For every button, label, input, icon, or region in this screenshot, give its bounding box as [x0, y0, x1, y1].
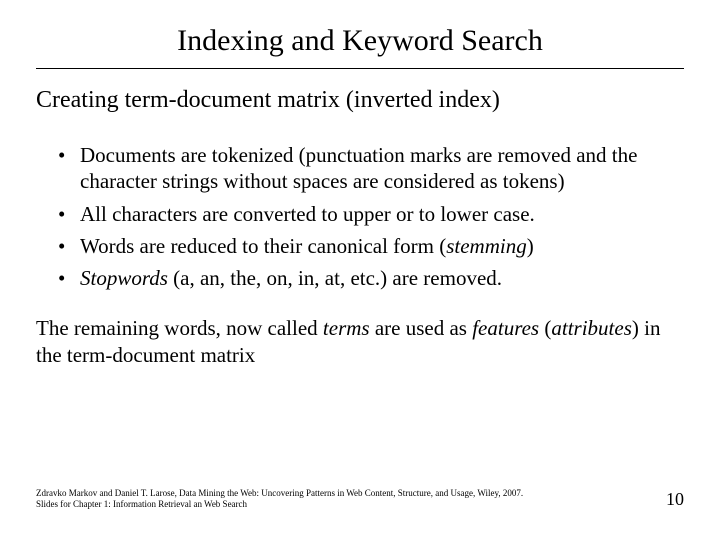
- bullet-3-pre: Words are reduced to their canonical for…: [80, 234, 446, 258]
- closing-features: features: [472, 316, 539, 340]
- slide: Indexing and Keyword Search Creating ter…: [0, 0, 720, 540]
- closing-terms: terms: [323, 316, 370, 340]
- bullet-item-3: Words are reduced to their canonical for…: [58, 233, 680, 259]
- bullet-4-rest: (a, an, the, on, in, at, etc.) are remov…: [168, 266, 502, 290]
- bullet-item-2: All characters are converted to upper or…: [58, 201, 680, 227]
- footer-credit: Zdravko Markov and Daniel T. Larose, Dat…: [36, 488, 523, 511]
- closing-attributes: attributes: [551, 316, 632, 340]
- bullet-3-post: ): [527, 234, 534, 258]
- footer: Zdravko Markov and Daniel T. Larose, Dat…: [36, 488, 684, 511]
- title-divider: [36, 68, 684, 69]
- slide-subtitle: Creating term-document matrix (inverted …: [36, 87, 684, 114]
- bullet-3-stemming: stemming: [446, 234, 527, 258]
- page-number: 10: [666, 489, 684, 510]
- closing-text: The remaining words, now called terms ar…: [36, 315, 684, 368]
- bullet-list: Documents are tokenized (punctuation mar…: [58, 142, 680, 291]
- bullet-item-4: Stopwords (a, an, the, on, in, at, etc.)…: [58, 265, 680, 291]
- bullet-item-1: Documents are tokenized (punctuation mar…: [58, 142, 680, 195]
- closing-1: The remaining words, now called: [36, 316, 323, 340]
- slide-title: Indexing and Keyword Search: [0, 0, 720, 68]
- footer-line-1: Zdravko Markov and Daniel T. Larose, Dat…: [36, 488, 523, 499]
- bullet-4-stopwords: Stopwords: [80, 266, 168, 290]
- bullet-2-text: All characters are converted to upper or…: [80, 202, 535, 226]
- closing-5: (: [539, 316, 551, 340]
- closing-3: are used as: [370, 316, 473, 340]
- footer-line-2: Slides for Chapter 1: Information Retrie…: [36, 499, 523, 510]
- bullet-1-text: Documents are tokenized: [80, 143, 299, 167]
